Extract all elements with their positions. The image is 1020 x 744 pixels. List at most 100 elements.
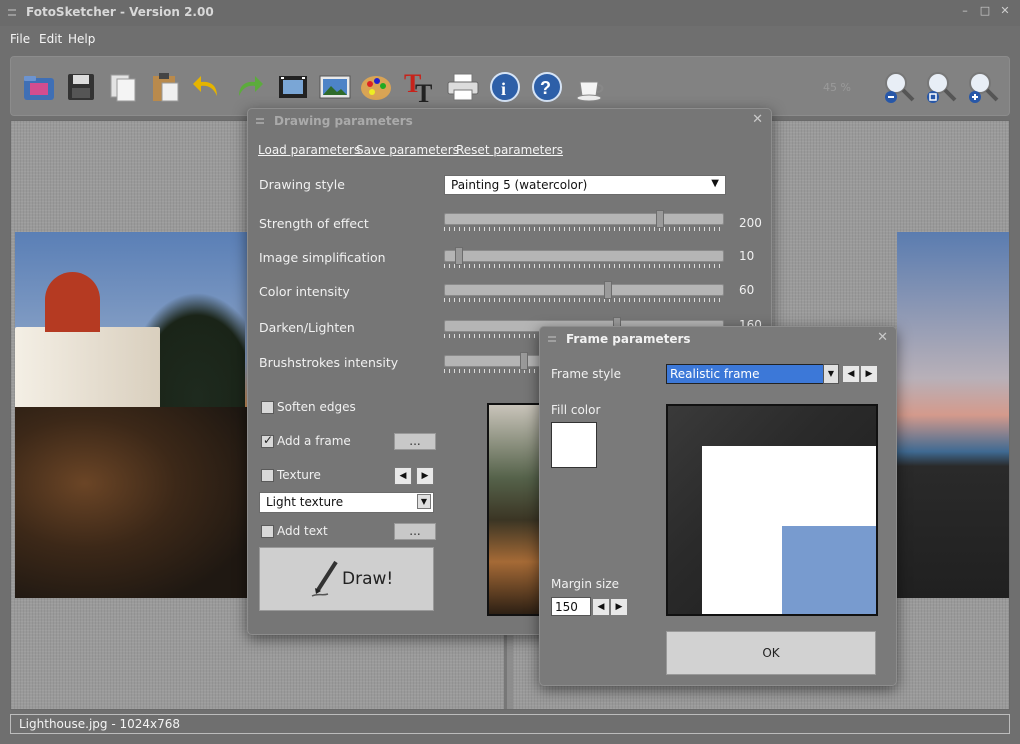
margin-decrease-button[interactable]: ◀ [592,598,610,616]
coffee-icon[interactable] [573,69,609,105]
add-frame-checkbox[interactable] [261,433,274,448]
help-icon[interactable]: ? [529,69,565,105]
system-menu-icon[interactable] [8,9,16,16]
add-text-checkbox[interactable] [261,525,274,538]
strength-slider[interactable] [444,210,724,231]
drawing-style-label: Drawing style [259,177,345,192]
frame-style-select[interactable]: Realistic frame ▼ [666,364,839,384]
texture-next-button[interactable]: ▶ [416,467,434,485]
chevron-down-icon: ▼ [711,178,719,189]
reset-parameters-link[interactable]: Reset parameters [456,143,563,157]
color-intensity-slider[interactable] [444,281,724,302]
lighthouse-lantern [45,272,100,332]
palette-icon[interactable] [359,69,395,105]
param-label: Color intensity [259,284,350,299]
window-title: FotoSketcher - Version 2.00 [26,5,214,19]
menu-file[interactable]: File [10,32,30,46]
fill-color-swatch[interactable] [551,422,597,468]
zoom-percent: 45 % [823,81,851,94]
texture-label: Texture [277,468,321,482]
image-icon[interactable] [317,69,353,105]
print-icon[interactable] [445,69,481,105]
menu-help[interactable]: Help [68,32,95,46]
param-label: Strength of effect [259,216,369,231]
param-label: Image simplification [259,250,386,265]
status-text: Lighthouse.jpg - 1024x768 [19,717,181,731]
paste-icon[interactable] [147,69,183,105]
close-icon[interactable]: ✕ [752,112,763,127]
toolbar: TT i ? 45 % [10,56,1010,116]
save-icon[interactable] [63,69,99,105]
margin-size-label: Margin size [551,577,620,591]
dialog-menu-icon[interactable] [548,336,556,342]
rocks [15,407,247,598]
zoom-fit-icon[interactable] [923,69,959,105]
film-icon[interactable] [275,69,311,105]
texture-prev-button[interactable]: ◀ [394,467,412,485]
texture-value: Light texture [266,495,344,509]
copy-icon[interactable] [105,69,141,105]
minimize-button[interactable]: – [958,4,972,18]
close-icon[interactable]: ✕ [877,330,888,345]
lighthouse-photo [15,232,247,598]
frame-prev-button[interactable]: ◀ [842,365,860,383]
slider-thumb[interactable] [455,247,463,265]
text-options-button[interactable]: ... [394,523,436,540]
frame-preview [666,404,878,616]
drawing-style-select[interactable]: Painting 5 (watercolor) ▼ [444,175,726,195]
pencil-icon [310,560,340,601]
close-button[interactable]: ✕ [998,4,1012,18]
title-bar: FotoSketcher - Version 2.00 – □ ✕ [0,0,1020,26]
texture-checkbox[interactable] [261,469,274,482]
param-label: Brushstrokes intensity [259,355,399,370]
slider-thumb[interactable] [656,210,664,228]
add-text-label: Add text [277,524,328,538]
frame-style-value: Realistic frame [670,367,760,381]
image-area [782,526,876,614]
svg-text:T: T [415,79,432,104]
frame-dialog-titlebar[interactable]: Frame parameters ✕ [540,327,896,351]
margin-size-input[interactable]: 150 [551,597,591,616]
draw-button-label: Draw! [342,569,394,589]
drawing-style-value: Painting 5 (watercolor) [451,178,588,192]
text-icon[interactable]: TT [401,69,437,105]
chevron-down-icon: ▼ [417,494,431,509]
param-value: 200 [739,216,762,230]
preview-thumbnail [487,403,547,616]
draw-button[interactable]: Draw! [259,547,434,611]
undo-icon[interactable] [189,69,225,105]
dialog-menu-icon[interactable] [256,118,264,124]
frame-next-button[interactable]: ▶ [860,365,878,383]
add-frame-label: Add a frame [277,434,351,448]
zoom-in-icon[interactable] [965,69,1001,105]
menu-edit[interactable]: Edit [39,32,62,46]
param-value: 10 [739,249,755,263]
window-controls: – □ ✕ [958,4,1012,18]
slider-thumb[interactable] [604,281,612,299]
open-icon[interactable] [21,69,57,105]
load-parameters-link[interactable]: Load parameters [258,143,360,157]
save-parameters-link[interactable]: Save parameters [356,143,459,157]
simplification-slider[interactable] [444,247,724,268]
frame-dialog-title: Frame parameters [566,332,691,346]
frame-style-label: Frame style [551,367,621,381]
zoom-out-icon[interactable] [881,69,917,105]
slider-thumb[interactable] [520,352,528,370]
ok-button[interactable]: OK [666,631,876,675]
fill-color-label: Fill color [551,403,601,417]
param-value: 60 [739,283,755,297]
soften-edges-checkbox[interactable] [261,401,274,414]
drawing-dialog-title: Drawing parameters [274,114,413,128]
drawing-dialog-titlebar[interactable]: Drawing parameters ✕ [248,109,771,133]
svg-text:i: i [501,79,506,99]
param-label: Darken/Lighten [259,320,355,335]
texture-select[interactable]: Light texture ▼ [259,492,434,513]
redo-icon[interactable] [231,69,267,105]
frame-options-button[interactable]: ... [394,433,436,450]
soften-edges-label: Soften edges [277,400,356,414]
margin-increase-button[interactable]: ▶ [610,598,628,616]
menu-bar: File Edit Help [0,28,1020,50]
maximize-button[interactable]: □ [978,4,992,18]
info-icon[interactable]: i [487,69,523,105]
status-bar: Lighthouse.jpg - 1024x768 [10,714,1010,734]
